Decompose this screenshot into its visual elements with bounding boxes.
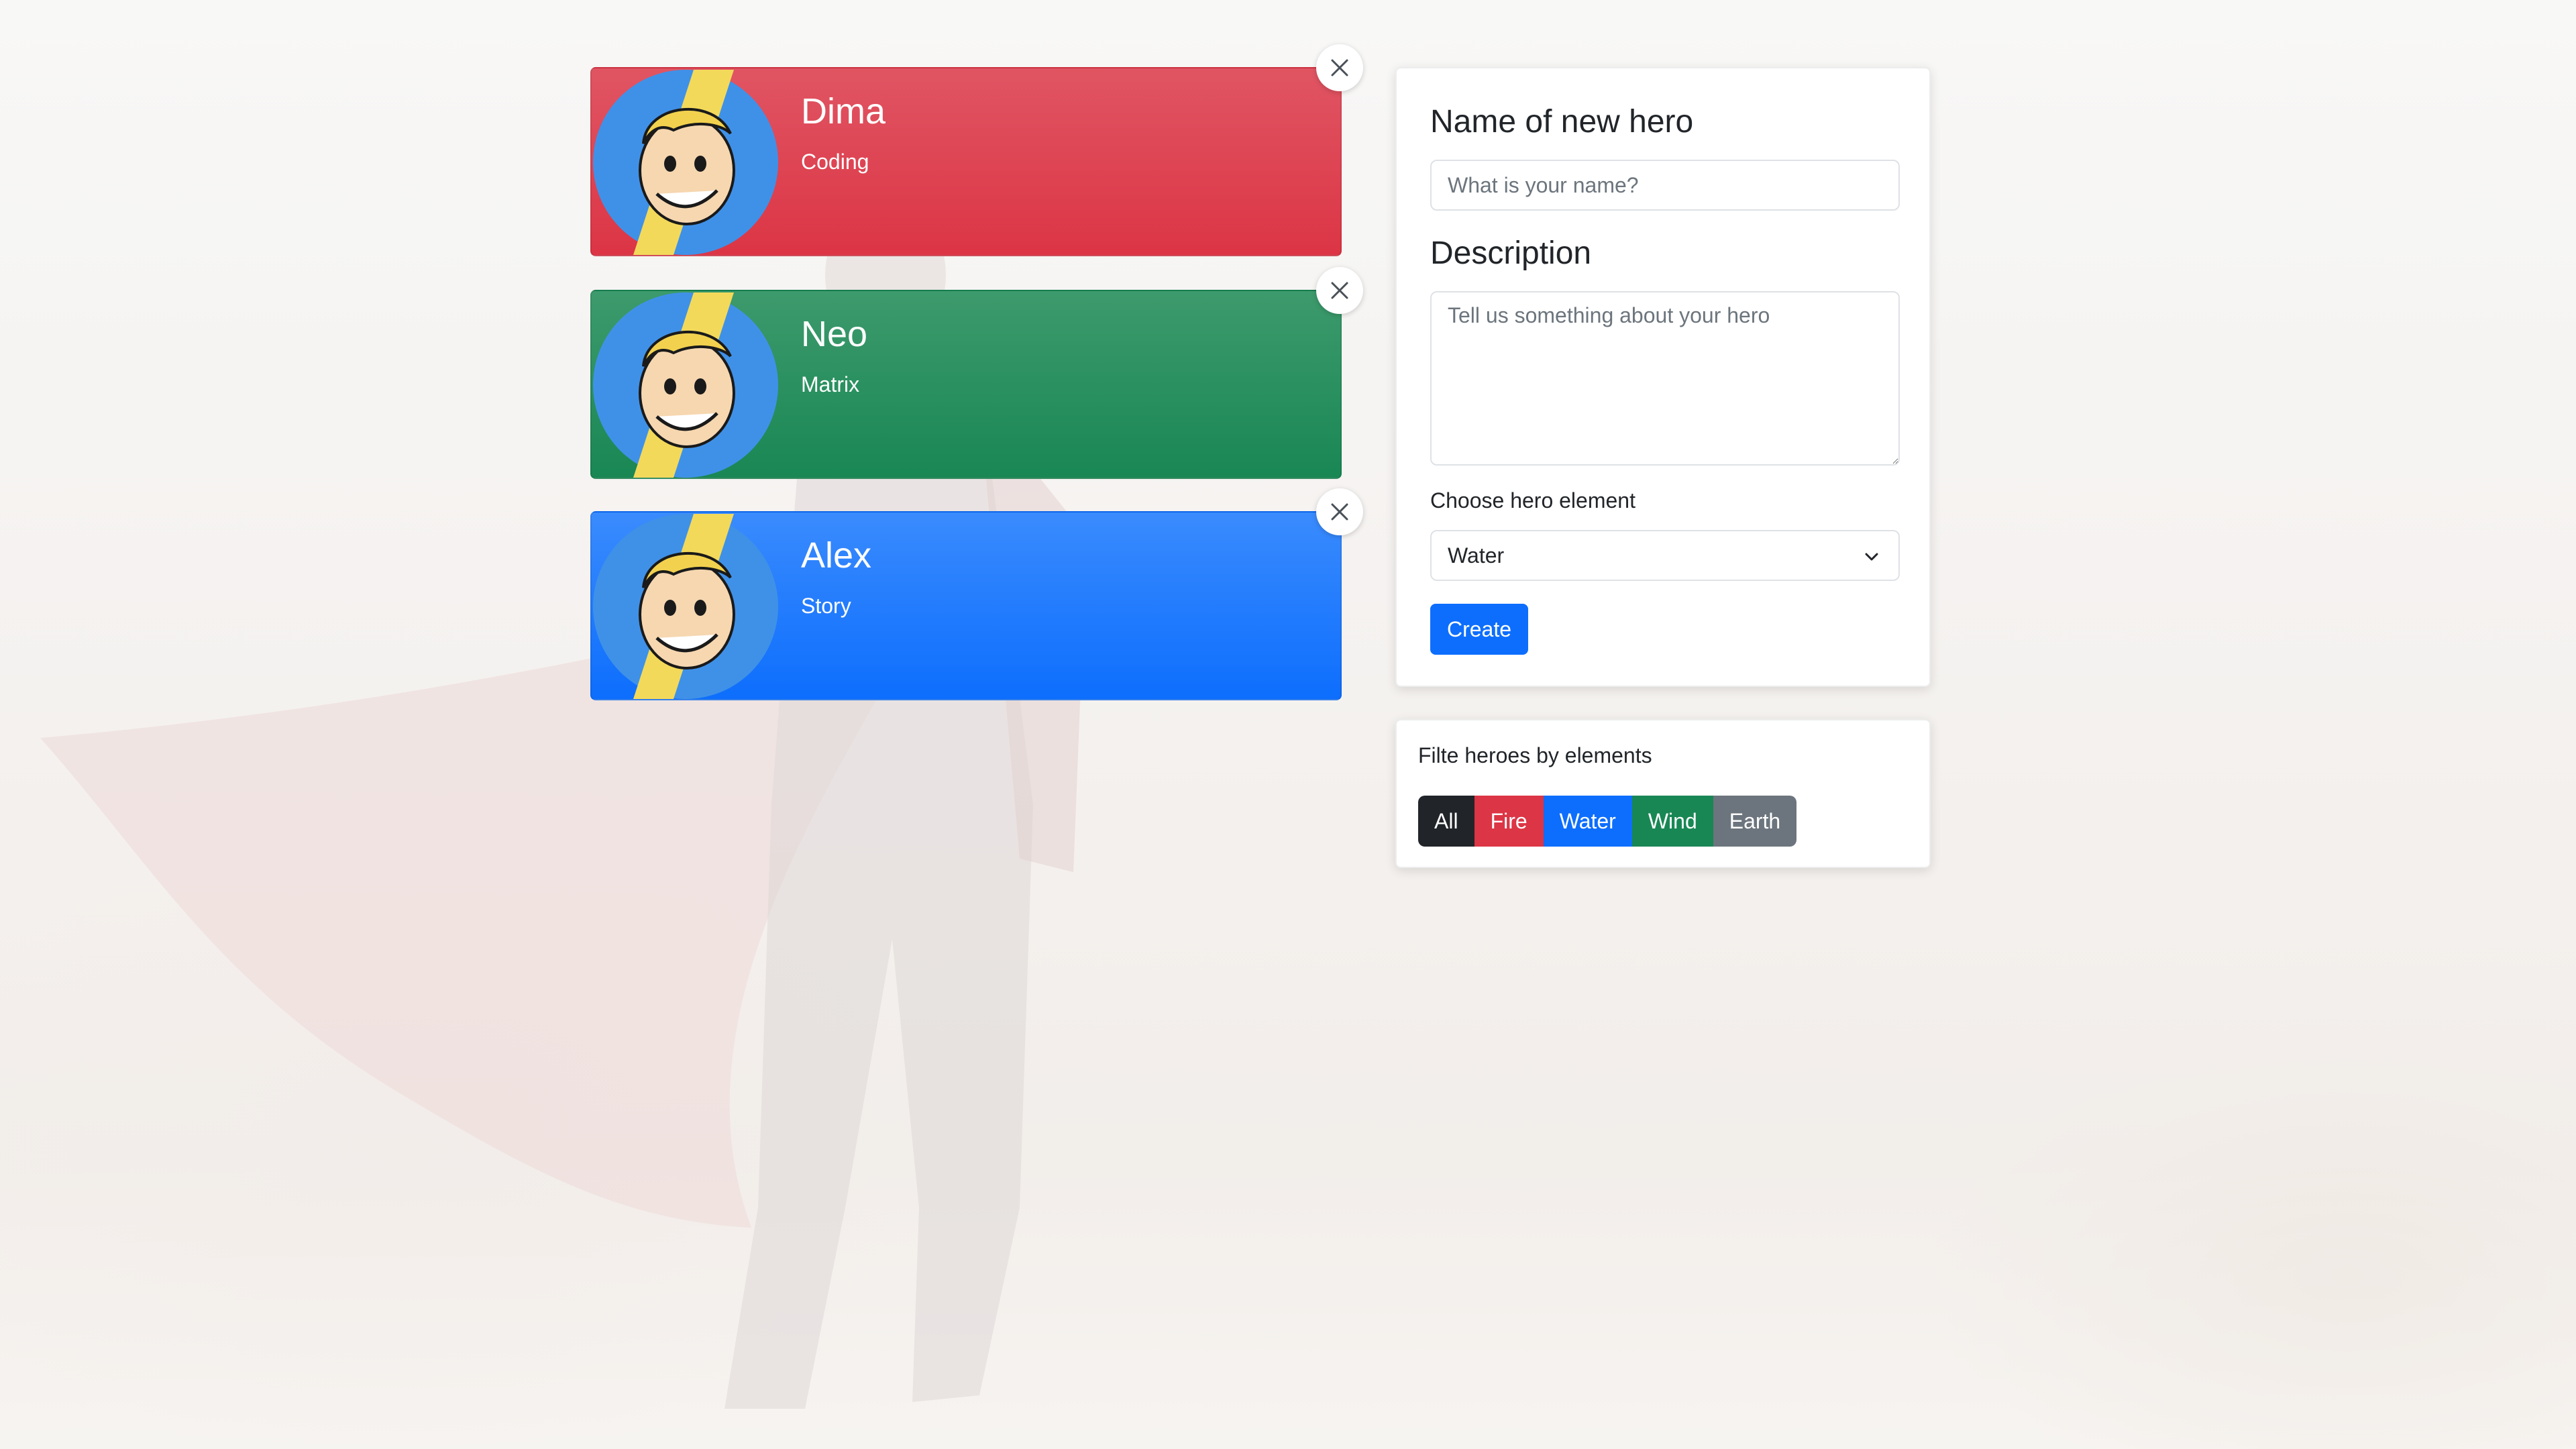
new-hero-form: Name of new hero Description Choose hero… xyxy=(1395,67,1931,687)
hero-card: Alex Story xyxy=(590,511,1342,700)
remove-hero-button[interactable] xyxy=(1316,44,1363,91)
filter-fire-button[interactable]: Fire xyxy=(1474,796,1544,847)
hero-card: Dima Coding xyxy=(590,67,1342,256)
filter-earth-button[interactable]: Earth xyxy=(1713,796,1797,847)
close-icon xyxy=(1331,59,1348,76)
hero-name: Alex xyxy=(801,535,872,576)
hero-description: Story xyxy=(801,594,851,618)
hero-description: Matrix xyxy=(801,372,860,396)
chevron-down-icon xyxy=(1865,553,1878,561)
hero-name: Dima xyxy=(801,91,886,131)
filter-water-button[interactable]: Water xyxy=(1543,796,1632,847)
filter-all-button[interactable]: All xyxy=(1418,796,1474,847)
close-icon xyxy=(1331,282,1348,299)
hero-card: Neo Matrix xyxy=(590,290,1342,479)
filter-button-group: All Fire Water Wind Earth xyxy=(1418,796,1797,847)
remove-hero-button[interactable] xyxy=(1316,267,1363,314)
close-icon xyxy=(1331,503,1348,521)
description-label: Description xyxy=(1430,235,1592,271)
vault-boy-avatar-icon xyxy=(593,292,778,478)
name-label: Name of new hero xyxy=(1430,104,1694,140)
vault-boy-avatar-icon xyxy=(593,70,778,255)
description-textarea[interactable] xyxy=(1430,291,1900,466)
filter-wind-button[interactable]: Wind xyxy=(1631,796,1713,847)
filter-panel: Filte heroes by elements All Fire Water … xyxy=(1395,719,1931,868)
element-select-value: Water xyxy=(1448,543,1505,568)
remove-hero-button[interactable] xyxy=(1316,488,1363,535)
hero-description: Coding xyxy=(801,150,869,174)
name-input[interactable] xyxy=(1430,160,1900,211)
element-select[interactable]: Water xyxy=(1430,530,1900,581)
hero-name: Neo xyxy=(801,314,868,354)
element-label: Choose hero element xyxy=(1430,488,1635,513)
filter-title: Filte heroes by elements xyxy=(1418,743,1652,767)
vault-boy-avatar-icon xyxy=(593,514,778,699)
create-button[interactable]: Create xyxy=(1430,604,1528,655)
